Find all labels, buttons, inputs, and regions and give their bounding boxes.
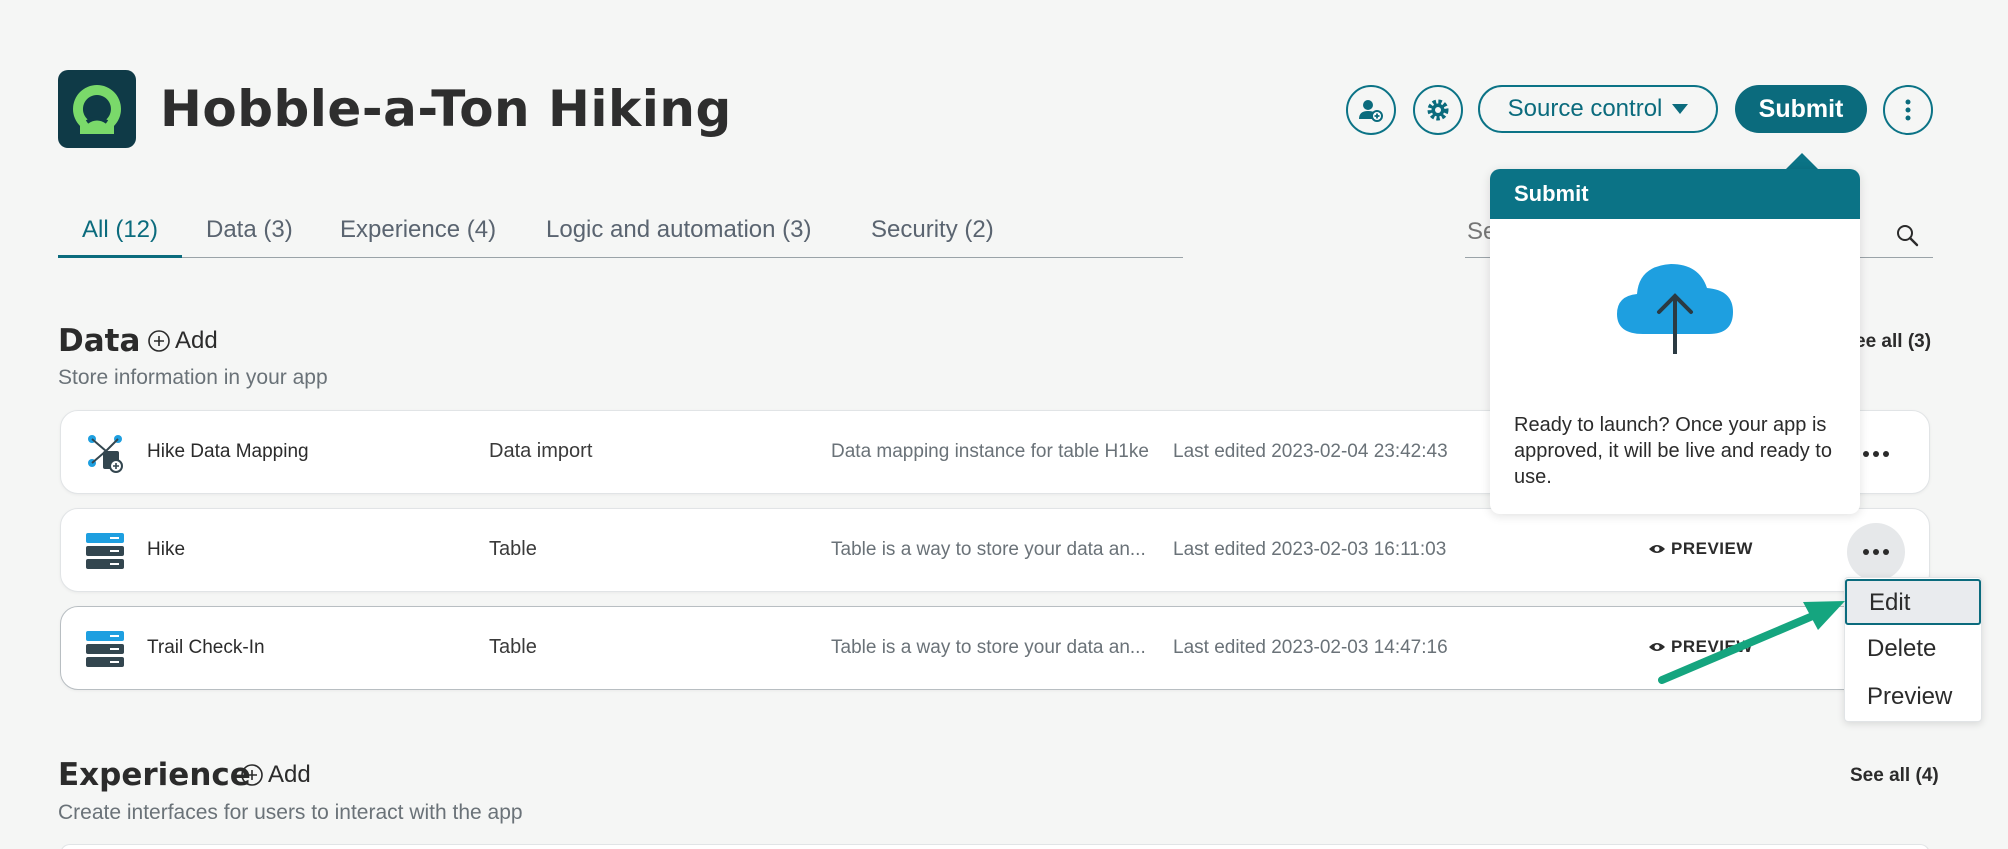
table-row[interactable]: Trail Check-In Table Table is a way to s… (60, 606, 1930, 690)
tab-data[interactable]: Data (3) (206, 216, 293, 244)
active-tab-indicator (58, 255, 182, 258)
experience-add-button[interactable]: Add (240, 761, 311, 789)
row-description: Data mapping instance for table H1ke (831, 441, 1149, 462)
tab-logic-automation[interactable]: Logic and automation (3) (546, 216, 812, 244)
row-preview-label: PREVIEW (1671, 539, 1753, 558)
data-see-all-link[interactable]: ee all (3) (1855, 331, 1931, 353)
submit-button[interactable]: Submit (1735, 85, 1867, 133)
share-users-button[interactable] (1346, 85, 1396, 135)
data-add-button[interactable]: Add (147, 327, 218, 355)
source-control-label: Source control (1507, 95, 1663, 122)
experience-section-title: Experience (58, 757, 251, 793)
row-name: Hike Data Mapping (147, 441, 309, 462)
gear-icon (1427, 99, 1449, 121)
row-type: Table (489, 636, 537, 658)
data-add-label: Add (175, 327, 218, 354)
source-control-button[interactable]: Source control (1478, 85, 1718, 133)
row-last-edited: Last edited 2023-02-04 23:42:43 (1173, 441, 1448, 462)
menu-item-preview[interactable]: Preview (1845, 675, 1981, 721)
row-description: Table is a way to store your data an... (831, 539, 1146, 560)
horizontal-dots-icon (1863, 451, 1889, 457)
eye-icon (1649, 545, 1665, 553)
tab-bar: All (12) Data (3) Experience (4) Logic a… (58, 210, 1183, 258)
caret-down-icon (1672, 104, 1689, 114)
user-add-icon (1359, 100, 1383, 122)
submit-popover: Submit Ready to launch? Once your app is… (1490, 169, 1860, 514)
row-last-edited: Last edited 2023-02-03 16:11:03 (1173, 539, 1447, 560)
experience-see-all-link[interactable]: See all (4) (1850, 765, 1939, 787)
tab-all[interactable]: All (12) (82, 216, 158, 244)
popover-arrow (1785, 153, 1819, 170)
data-section-title: Data (58, 323, 141, 359)
row-name: Trail Check-In (147, 637, 265, 658)
cloud-upload-icon (1617, 264, 1733, 354)
app-logo-icon (73, 85, 121, 134)
tab-experience[interactable]: Experience (4) (340, 216, 496, 244)
row-type: Table (489, 538, 537, 560)
table-row[interactable]: Hike Table Table is a way to store your … (60, 508, 1930, 592)
more-options-button[interactable] (1883, 85, 1933, 135)
data-section-subtitle: Store information in your app (58, 366, 328, 389)
experience-row-partial (60, 844, 1930, 849)
row-last-edited: Last edited 2023-02-03 14:47:16 (1173, 637, 1448, 658)
plus-circle-icon (241, 764, 263, 786)
row-preview-button[interactable]: PREVIEW (1648, 539, 1753, 559)
row-description: Table is a way to store your data an... (831, 637, 1146, 658)
experience-section-subtitle: Create interfaces for users to interact … (58, 801, 523, 824)
row-preview-label: PREVIEW (1671, 637, 1753, 656)
eye-icon (1649, 643, 1665, 651)
popover-body: Ready to launch? Once your app is approv… (1514, 414, 1832, 488)
menu-item-edit[interactable]: Edit (1845, 579, 1981, 625)
plus-circle-icon (148, 330, 170, 352)
table-icon (86, 631, 124, 667)
search-icon[interactable] (1895, 223, 1919, 247)
vertical-dots-icon (1905, 99, 1911, 121)
menu-item-delete[interactable]: Delete (1845, 627, 1981, 673)
app-title: Hobble-a-Ton Hiking (160, 80, 732, 138)
popover-title: Submit (1490, 169, 1860, 219)
data-mapping-icon (88, 435, 123, 473)
horizontal-dots-icon (1863, 549, 1889, 555)
row-context-menu: Edit Delete Preview (1844, 577, 1982, 722)
row-type: Data import (489, 440, 593, 462)
row-more-button[interactable] (1847, 523, 1905, 581)
table-icon (86, 533, 124, 569)
row-preview-button[interactable]: PREVIEW (1648, 637, 1753, 657)
app-logo (58, 70, 136, 148)
tab-security[interactable]: Security (2) (871, 216, 994, 244)
settings-button[interactable] (1413, 85, 1463, 135)
row-name: Hike (147, 539, 186, 560)
experience-add-label: Add (268, 761, 311, 788)
